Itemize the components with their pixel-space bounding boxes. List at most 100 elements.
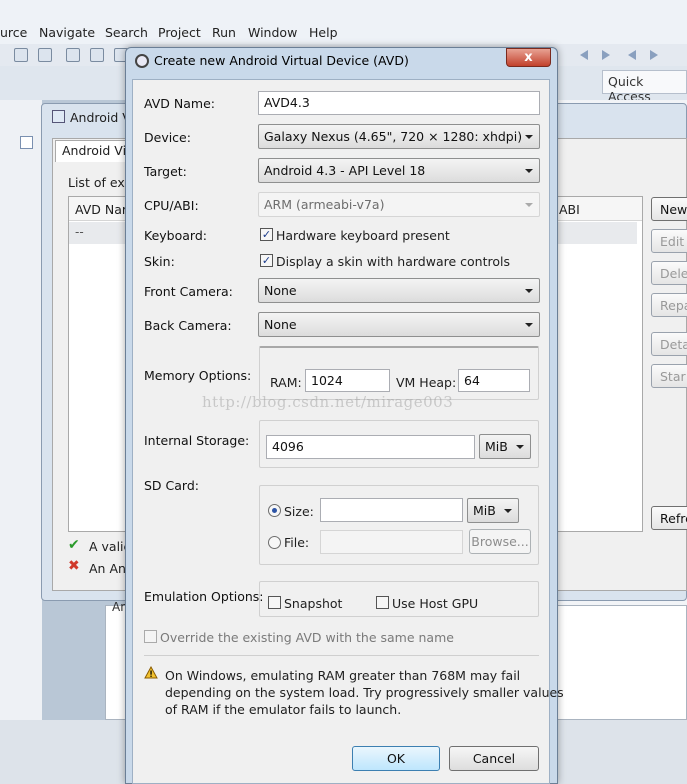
delete-button[interactable]: Delet	[651, 261, 687, 285]
details-button[interactable]: Detai	[651, 332, 687, 356]
workspace-left-panel	[0, 100, 42, 720]
front-camera-value: None	[264, 283, 297, 298]
browse-button[interactable]: Browse...	[469, 529, 531, 554]
nav-arrows-icon[interactable]	[560, 44, 687, 66]
back-camera-value: None	[264, 317, 297, 332]
watermark: http://blog.csdn.net/mirage003	[202, 393, 454, 411]
memory-options-label: Memory Options:	[144, 368, 252, 383]
sd-size-unit-select[interactable]: MiB	[467, 498, 519, 523]
toolbar-button-icon[interactable]	[38, 48, 52, 62]
close-button[interactable]: x	[506, 48, 551, 67]
refresh-button[interactable]: Refre	[651, 506, 687, 530]
skin-label: Skin:	[144, 254, 175, 269]
warning-line: of RAM if the emulator fails to launch.	[165, 702, 402, 717]
ram-label: RAM:	[270, 375, 302, 390]
edit-button[interactable]: Edit	[651, 229, 687, 253]
start-button[interactable]: Star	[651, 364, 687, 388]
menu-search[interactable]: Search	[105, 25, 148, 40]
back-camera-label: Back Camera:	[144, 318, 232, 333]
chevron-down-icon	[525, 169, 533, 173]
eclipse-icon	[135, 54, 149, 68]
cpu-abi-select[interactable]: ARM (armeabi-v7a)	[258, 192, 540, 217]
check-icon: ✔	[68, 537, 80, 553]
snapshot-label: Snapshot	[284, 596, 343, 611]
avd-name-label: AVD Name:	[144, 96, 215, 111]
target-select[interactable]: Android 4.3 - API Level 18	[258, 158, 540, 183]
keyboard-label: Keyboard:	[144, 228, 207, 243]
target-value: Android 4.3 - API Level 18	[264, 163, 426, 178]
warning-icon	[144, 666, 158, 679]
sd-size-unit: MiB	[473, 503, 496, 518]
warning-line: On Windows, emulating RAM greater than 7…	[165, 668, 521, 683]
sd-size-label: Size:	[284, 504, 314, 519]
device-select[interactable]: Galaxy Nexus (4.65", 720 × 1280: xhdpi)	[258, 124, 540, 149]
back-camera-select[interactable]: None	[258, 312, 540, 337]
host-gpu-checkbox[interactable]	[376, 596, 389, 609]
new-button[interactable]: New	[651, 197, 687, 221]
sd-file-label: File:	[284, 535, 310, 550]
keyboard-checkbox[interactable]: ✓	[260, 228, 273, 241]
column-avd-name[interactable]: AVD Nar	[75, 202, 127, 217]
snapshot-checkbox[interactable]	[268, 596, 281, 609]
menu-project[interactable]: Project	[158, 25, 201, 40]
menu-navigate[interactable]: Navigate	[39, 25, 95, 40]
sd-file-radio[interactable]	[268, 536, 281, 549]
cpu-abi-value: ARM (armeabi-v7a)	[264, 197, 385, 212]
skin-checkbox[interactable]: ✓	[260, 254, 273, 267]
chevron-down-icon	[525, 135, 533, 139]
internal-storage-unit: MiB	[485, 439, 508, 454]
chevron-down-icon	[525, 289, 533, 293]
sd-file-field[interactable]	[320, 530, 463, 554]
override-checkbox[interactable]	[144, 630, 157, 643]
divider	[144, 655, 539, 656]
menu-window[interactable]: Window	[248, 25, 297, 40]
front-camera-label: Front Camera:	[144, 284, 233, 299]
toolbar-button-icon[interactable]	[66, 48, 80, 62]
host-gpu-label: Use Host GPU	[392, 596, 479, 611]
menu-bar: urce Navigate Search Project Run Window …	[0, 0, 687, 44]
toolbar-button-icon[interactable]	[90, 48, 104, 62]
internal-storage-unit-select[interactable]: MiB	[479, 434, 531, 459]
chevron-down-icon	[525, 203, 533, 207]
menu-source[interactable]: urce	[0, 25, 27, 40]
sd-size-field[interactable]	[320, 498, 463, 522]
skin-option-label: Display a skin with hardware controls	[276, 254, 510, 269]
vm-heap-label: VM Heap:	[396, 375, 457, 390]
chevron-down-icon	[516, 445, 524, 449]
chevron-down-icon	[525, 323, 533, 327]
avd-manager-title: Android V	[70, 110, 131, 125]
column-abi[interactable]: ABI	[559, 202, 580, 217]
keyboard-option-label: Hardware keyboard present	[276, 228, 450, 243]
row-placeholder: --	[75, 225, 84, 239]
avd-manager-icon	[52, 110, 65, 123]
cpu-abi-label: CPU/ABI:	[144, 198, 199, 213]
sd-size-radio[interactable]	[268, 504, 281, 517]
toolbar-button-icon[interactable]	[14, 48, 28, 62]
cancel-button[interactable]: Cancel	[449, 746, 539, 771]
avd-list-label: List of exi	[68, 175, 129, 190]
legend-invalid: An An	[89, 561, 126, 576]
menu-run[interactable]: Run	[212, 25, 236, 40]
ram-field[interactable]: 1024	[305, 369, 390, 392]
warning-line: depending on the system load. Try progre…	[165, 685, 564, 700]
target-label: Target:	[144, 164, 187, 179]
avd-name-field[interactable]: AVD4.3	[258, 91, 540, 115]
front-camera-select[interactable]: None	[258, 278, 540, 303]
vm-heap-field[interactable]: 64	[458, 369, 530, 392]
collapse-icon[interactable]	[20, 136, 33, 149]
menu-help[interactable]: Help	[309, 25, 338, 40]
internal-storage-field[interactable]: 4096	[266, 435, 475, 459]
toolbar-nav-icons	[560, 44, 687, 66]
repair-button[interactable]: Repa	[651, 293, 687, 317]
warning-message: On Windows, emulating RAM greater than 7…	[165, 667, 564, 718]
internal-storage-label: Internal Storage:	[144, 433, 250, 448]
override-label: Override the existing AVD with the same …	[160, 630, 454, 645]
quick-access-field[interactable]: Quick Access	[602, 70, 687, 104]
error-icon: ✖	[68, 558, 80, 574]
device-label: Device:	[144, 130, 191, 145]
device-value: Galaxy Nexus (4.65", 720 × 1280: xhdpi)	[264, 129, 523, 144]
sd-card-label: SD Card:	[144, 478, 199, 493]
chevron-down-icon	[504, 509, 512, 513]
emulation-options-label: Emulation Options:	[144, 589, 264, 604]
ok-button[interactable]: OK	[352, 746, 440, 771]
